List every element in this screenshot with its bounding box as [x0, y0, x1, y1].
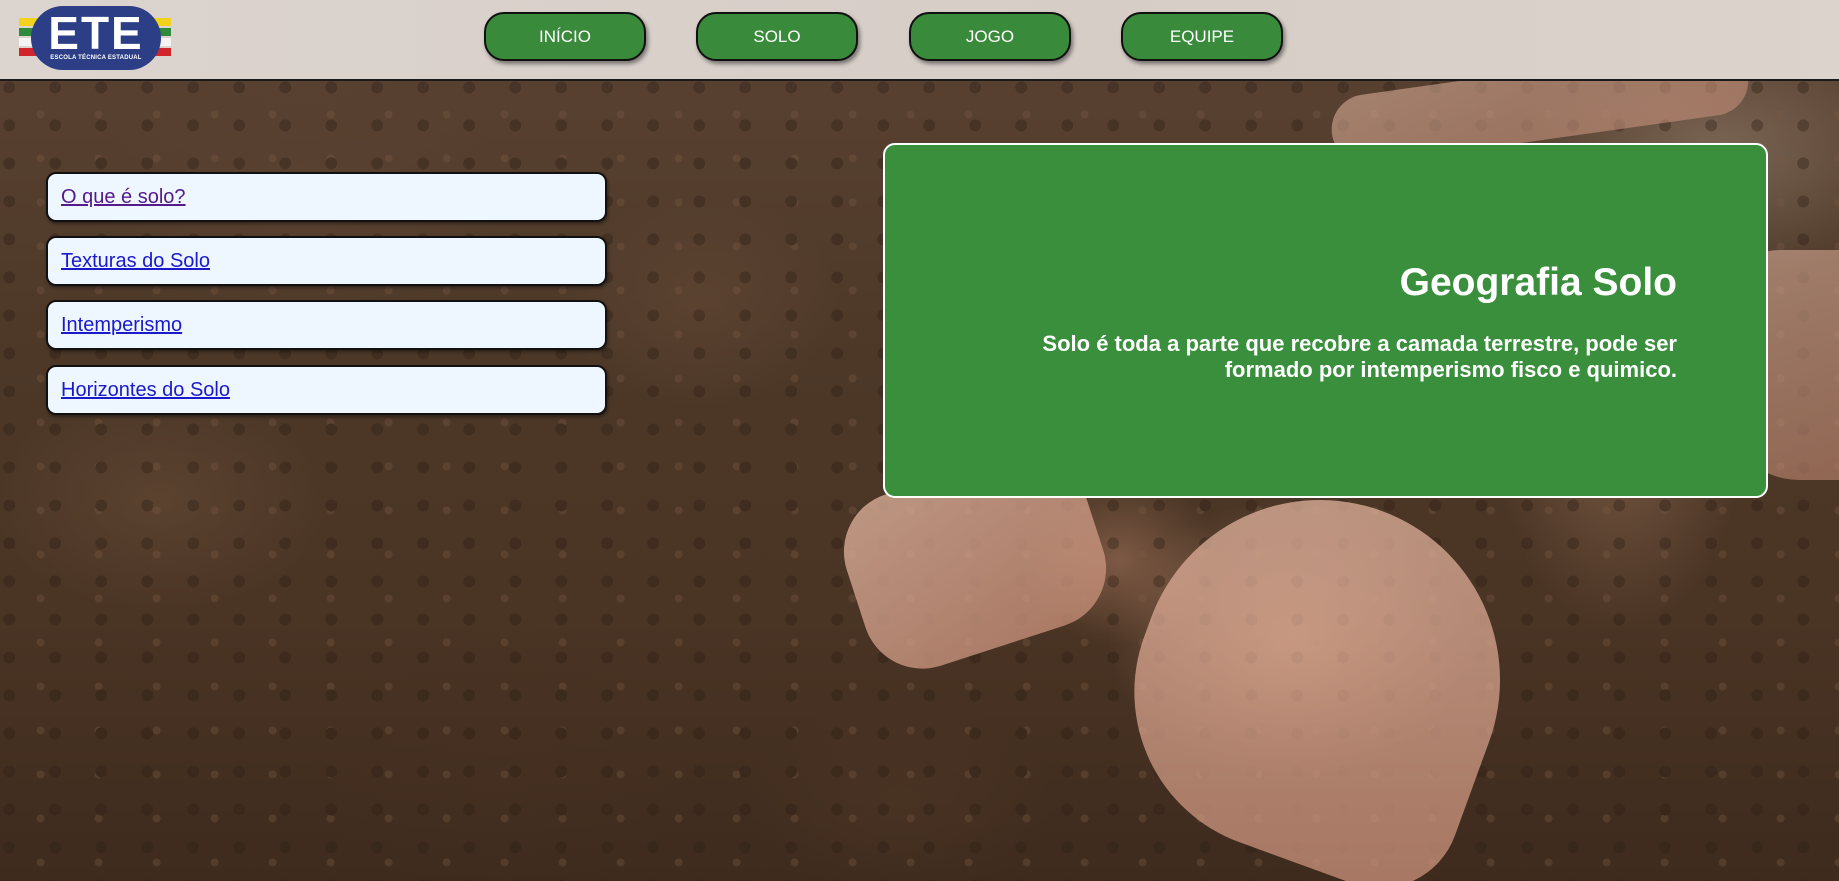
nav-button-inicio[interactable]: INÍCIO: [484, 12, 646, 61]
card-title: Geografia Solo: [1399, 261, 1677, 304]
sidebar-item-intemperismo[interactable]: Intemperismo: [46, 300, 607, 350]
nav-button-solo[interactable]: SOLO: [696, 12, 858, 61]
sidebar-link-o-que-e-solo[interactable]: O que é solo?: [61, 186, 186, 209]
logo-subtitle: ESCOLA TÉCNICA ESTADUAL: [50, 55, 142, 61]
card-description: Solo é toda a parte que recobre a camada…: [1042, 331, 1677, 382]
sidebar-item-o-que-e-solo[interactable]: O que é solo?: [46, 172, 607, 222]
nav-button-equipe[interactable]: EQUIPE: [1121, 12, 1283, 61]
logo-title: ETE: [48, 7, 144, 59]
sidebar-link-texturas[interactable]: Texturas do Solo: [61, 250, 210, 273]
school-logo[interactable]: ETE ESCOLA TÉCNICA ESTADUAL: [19, 6, 171, 70]
nav-button-jogo[interactable]: JOGO: [909, 12, 1071, 61]
info-card: Geografia Solo Solo é toda a parte que r…: [883, 143, 1768, 498]
site-header: ETE ESCOLA TÉCNICA ESTADUAL INÍCIO SOLO …: [0, 0, 1839, 81]
sidebar-item-texturas[interactable]: Texturas do Solo: [46, 236, 607, 286]
sidebar-link-intemperismo[interactable]: Intemperismo: [61, 314, 182, 337]
sidebar-link-horizontes[interactable]: Horizontes do Solo: [61, 379, 230, 402]
sidebar-item-horizontes[interactable]: Horizontes do Solo: [46, 365, 607, 415]
